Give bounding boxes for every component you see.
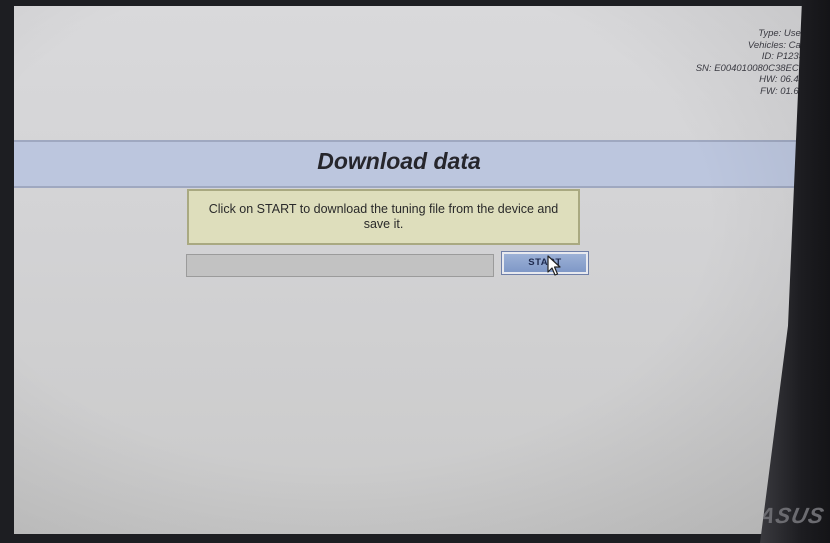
page-title: Download data xyxy=(317,148,481,174)
instruction-message: Click on START to download the tuning fi… xyxy=(208,202,559,231)
device-id: ID: P1233 xyxy=(761,51,804,62)
page-title-bar: Download data xyxy=(14,140,814,188)
download-progress-bar xyxy=(186,254,494,277)
instruction-message-box: Click on START to download the tuning fi… xyxy=(187,189,580,245)
mouse-pointer-icon xyxy=(547,255,561,276)
app-screen: Type: User Vehicles: Car ID: P1233 SN: E… xyxy=(14,6,814,534)
device-hardware-version: HW: 06.43 xyxy=(759,74,804,85)
laptop-brand-logo: ASUS xyxy=(756,503,827,528)
device-firmware-version: FW: 01.63 xyxy=(760,85,804,97)
device-info-panel: Type: User Vehicles: Car ID: P1233 SN: E… xyxy=(696,28,804,97)
device-vehicles: Vehicles: Car xyxy=(747,39,804,51)
device-type: Type: User xyxy=(758,28,804,39)
device-serial-number: SN: E004010080C38EC5 xyxy=(695,62,804,74)
